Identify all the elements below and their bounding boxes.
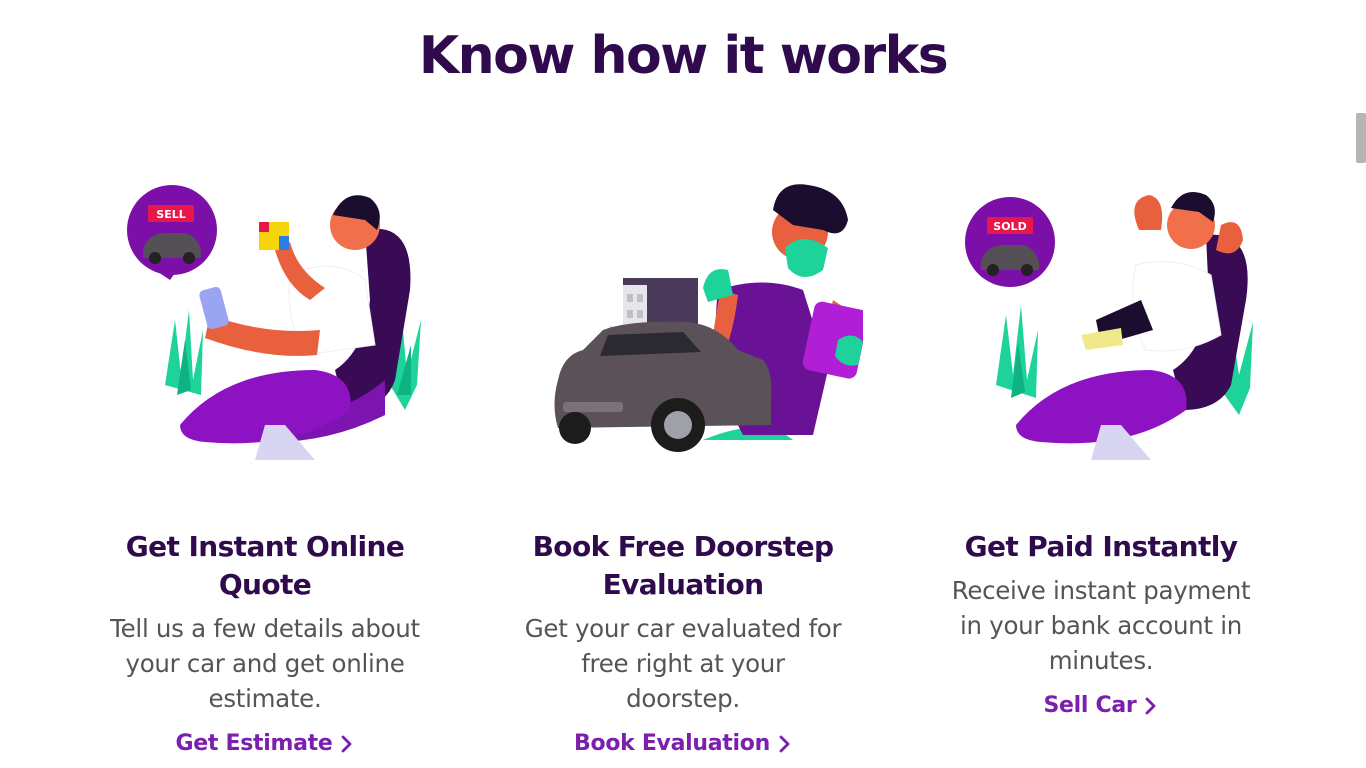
relaxed-man-paid-illustration: SOLD bbox=[921, 170, 1281, 470]
step-title: Get Instant Online Quote bbox=[125, 530, 405, 601]
scrollbar-thumb[interactable] bbox=[1356, 113, 1366, 163]
sell-badge-text: SELL bbox=[156, 208, 185, 221]
link-label: Get Estimate bbox=[175, 731, 333, 756]
step-card-instant-quote: SELL Get Instant Online Quote Tell us a … bbox=[85, 170, 445, 756]
step-description: Get your car evaluated for free right at… bbox=[524, 614, 842, 713]
inspector-with-car-illustration bbox=[503, 170, 863, 470]
link-label: Sell Car bbox=[1043, 693, 1137, 718]
sold-badge-text: SOLD bbox=[993, 220, 1026, 233]
chevron-right-icon bbox=[1146, 697, 1156, 714]
step-title: Get Paid Instantly bbox=[964, 530, 1238, 563]
get-estimate-link[interactable]: Get Estimate bbox=[176, 731, 355, 756]
step-description: Receive instant payment in your bank acc… bbox=[951, 576, 1251, 675]
step-card-doorstep-evaluation: Book Free Doorstep Evaluation Get your c… bbox=[503, 170, 863, 756]
sell-car-link[interactable]: Sell Car bbox=[1044, 693, 1159, 718]
man-with-phone-illustration: SELL bbox=[85, 170, 445, 470]
chevron-right-icon bbox=[779, 735, 790, 752]
step-card-get-paid: SOLD Get Paid Instantly Receive instant … bbox=[921, 170, 1281, 718]
page-title: Know how it works bbox=[418, 26, 949, 86]
link-label: Book Evaluation bbox=[574, 731, 770, 756]
chevron-right-icon bbox=[342, 735, 352, 752]
book-evaluation-link[interactable]: Book Evaluation bbox=[574, 731, 792, 756]
step-description: Tell us a few details about your car and… bbox=[110, 614, 420, 713]
step-title: Book Free Doorstep Evaluation bbox=[532, 530, 834, 601]
